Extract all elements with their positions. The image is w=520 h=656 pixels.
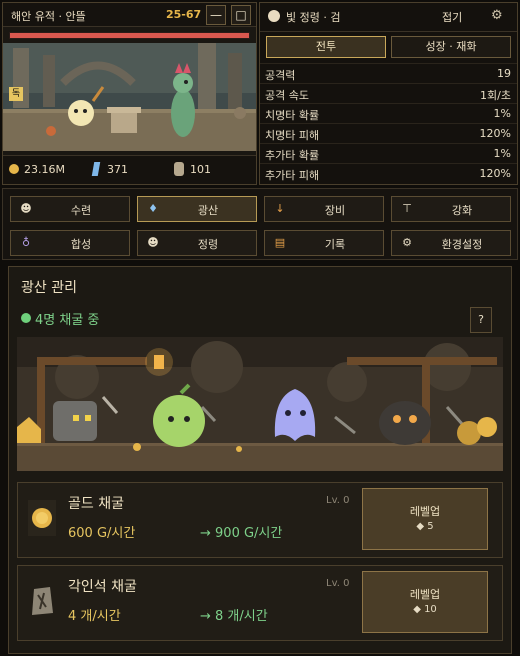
gold-amount: 23.16M bbox=[24, 163, 65, 176]
mine-panel: 광산 관리 4명 채굴 중 ? 골드 채굴 Lv. 0 600 G/시간 → 9… bbox=[8, 266, 512, 654]
nav-label: 수련 bbox=[70, 204, 92, 217]
battle-scene: 독 bbox=[3, 43, 256, 151]
nav-label: 환경설정 bbox=[441, 238, 483, 251]
stat-label: 추가타 확률 bbox=[265, 149, 320, 162]
upgrade-card-rune-stone: 각인석 채굴 Lv. 0 4 개/시간 → 8 개/시간 레벨업 ◆ 10 bbox=[17, 565, 503, 641]
battle-scene-art bbox=[3, 43, 256, 151]
settings-gear-icon[interactable]: ⚙ bbox=[491, 8, 503, 23]
stat-value: 120% bbox=[479, 167, 511, 180]
stat-label: 치명타 피해 bbox=[265, 129, 320, 142]
training-icon: ☻ bbox=[20, 202, 32, 215]
stage-indicator: 25-67 bbox=[166, 8, 202, 21]
gear-icon: ⚙ bbox=[402, 236, 412, 249]
crystal-amount: 371 bbox=[107, 163, 128, 176]
crystal-icon: ♦ bbox=[148, 202, 158, 215]
enemy-hp-bar bbox=[9, 32, 250, 39]
nav-label: 정령 bbox=[197, 238, 219, 251]
stone-amount: 101 bbox=[190, 163, 211, 176]
maximize-button[interactable]: □ bbox=[231, 5, 251, 25]
collapse-button[interactable]: 접기 bbox=[442, 9, 462, 25]
stat-label: 추가타 피해 bbox=[265, 169, 320, 182]
level-up-cost: ◆ 5 bbox=[416, 521, 434, 532]
upgrade-current-rate: 600 G/시간 bbox=[68, 526, 136, 541]
stat-value: 1% bbox=[493, 147, 511, 160]
upgrade-next-rate: → 900 G/시간 bbox=[200, 526, 283, 541]
stat-value: 19 bbox=[497, 67, 511, 80]
spirit-icon bbox=[268, 10, 280, 22]
upgrade-name: 각인석 채굴 bbox=[68, 579, 137, 595]
tab-combat[interactable]: 전투 bbox=[266, 36, 386, 58]
resource-bar: 23.16M 371 101 bbox=[3, 155, 256, 184]
gold-coin-icon bbox=[28, 500, 56, 536]
mine-scene-art bbox=[17, 337, 503, 471]
book-icon: ▤ bbox=[274, 236, 286, 249]
status-dot-icon bbox=[21, 313, 31, 323]
gold-icon bbox=[9, 164, 19, 174]
divider bbox=[260, 31, 517, 32]
nav-training[interactable]: ☻ 수련 bbox=[10, 196, 130, 222]
stat-row: 치명타 확률 1% bbox=[260, 103, 517, 122]
nav-enhance[interactable]: ⊤ 강화 bbox=[391, 196, 511, 222]
nav-settings[interactable]: ⚙ 환경설정 bbox=[391, 230, 511, 256]
stat-row: 치명타 피해 120% bbox=[260, 123, 517, 142]
spirit-panel: 빛 정령 · 검 접기 ⚙ 전투 성장 · 재화 공격력 19 공격 속도 1회… bbox=[259, 2, 518, 185]
stat-row: 공격력 19 bbox=[260, 63, 517, 82]
stone-icon bbox=[174, 162, 184, 176]
stat-value: 120% bbox=[479, 127, 511, 140]
level-up-cost: ◆ 10 bbox=[413, 604, 437, 615]
mine-scene bbox=[17, 337, 503, 471]
anvil-icon: ⊤ bbox=[402, 202, 412, 215]
nav-label: 장비 bbox=[324, 204, 346, 217]
nav-label: 합성 bbox=[70, 238, 92, 251]
upgrade-card-gold: 골드 채굴 Lv. 0 600 G/시간 → 900 G/시간 레벨업 ◆ 5 bbox=[17, 482, 503, 558]
nav-records[interactable]: ▤ 기록 bbox=[264, 230, 384, 256]
level-up-button[interactable]: 레벨업 ◆ 5 bbox=[362, 488, 488, 550]
location-title: 해안 유적 · 안뜰 bbox=[11, 10, 86, 23]
stat-row: 추가타 확률 1% bbox=[260, 143, 517, 162]
minimize-button[interactable]: — bbox=[206, 5, 226, 25]
potion-icon: ♁ bbox=[21, 236, 31, 249]
game-panel: 해안 유적 · 안뜰 25-67 — □ 독 23.16M 371 101 bbox=[2, 2, 257, 185]
nav-equipment[interactable]: ↓ 장비 bbox=[264, 196, 384, 222]
rune-stone-icon bbox=[32, 587, 53, 615]
upgrade-current-rate: 4 개/시간 bbox=[68, 609, 121, 624]
enemy-hp-fill bbox=[10, 33, 249, 38]
nav-label: 광산 bbox=[197, 204, 219, 217]
main-nav: ☻ 수련 ♦ 광산 ↓ 장비 ⊤ 강화 ♁ 합성 ☻ 정령 ▤ 기록 ⚙ 환경설… bbox=[2, 188, 518, 260]
torch-icon: ↓ bbox=[275, 202, 285, 215]
nav-mine[interactable]: ♦ 광산 bbox=[137, 196, 257, 222]
game-title-bar: 해안 유적 · 안뜰 25-67 — □ bbox=[3, 3, 256, 27]
nav-spirit[interactable]: ☻ 정령 bbox=[137, 230, 257, 256]
mine-title: 광산 관리 bbox=[21, 280, 77, 296]
help-button[interactable]: ? bbox=[470, 307, 492, 333]
tab-growth[interactable]: 성장 · 재화 bbox=[391, 36, 511, 58]
upgrade-level: Lv. 0 bbox=[326, 495, 350, 506]
nav-label: 기록 bbox=[324, 238, 346, 251]
spirit-icon: ☻ bbox=[147, 236, 159, 249]
spirit-title: 빛 정령 · 검 bbox=[286, 11, 341, 24]
stat-value: 1회/초 bbox=[480, 89, 511, 102]
crystal-icon bbox=[91, 162, 101, 176]
level-up-button[interactable]: 레벨업 ◆ 10 bbox=[362, 571, 488, 633]
nav-synthesis[interactable]: ♁ 합성 bbox=[10, 230, 130, 256]
mining-status: 4명 채굴 중 bbox=[35, 313, 100, 328]
level-up-label: 레벨업 bbox=[409, 588, 441, 601]
stat-value: 1% bbox=[493, 107, 511, 120]
stat-row: 공격 속도 1회/초 bbox=[260, 83, 517, 102]
upgrade-next-rate: → 8 개/시간 bbox=[200, 609, 268, 624]
stat-row: 추가타 피해 120% bbox=[260, 163, 517, 182]
upgrade-name: 골드 채굴 bbox=[68, 496, 124, 512]
poison-badge: 독 bbox=[9, 87, 23, 101]
level-up-label: 레벨업 bbox=[409, 505, 441, 518]
stat-label: 공격 속도 bbox=[265, 89, 309, 102]
upgrade-level: Lv. 0 bbox=[326, 578, 350, 589]
stat-label: 치명타 확률 bbox=[265, 109, 320, 122]
stat-label: 공격력 bbox=[265, 69, 296, 82]
nav-label: 강화 bbox=[451, 204, 473, 217]
